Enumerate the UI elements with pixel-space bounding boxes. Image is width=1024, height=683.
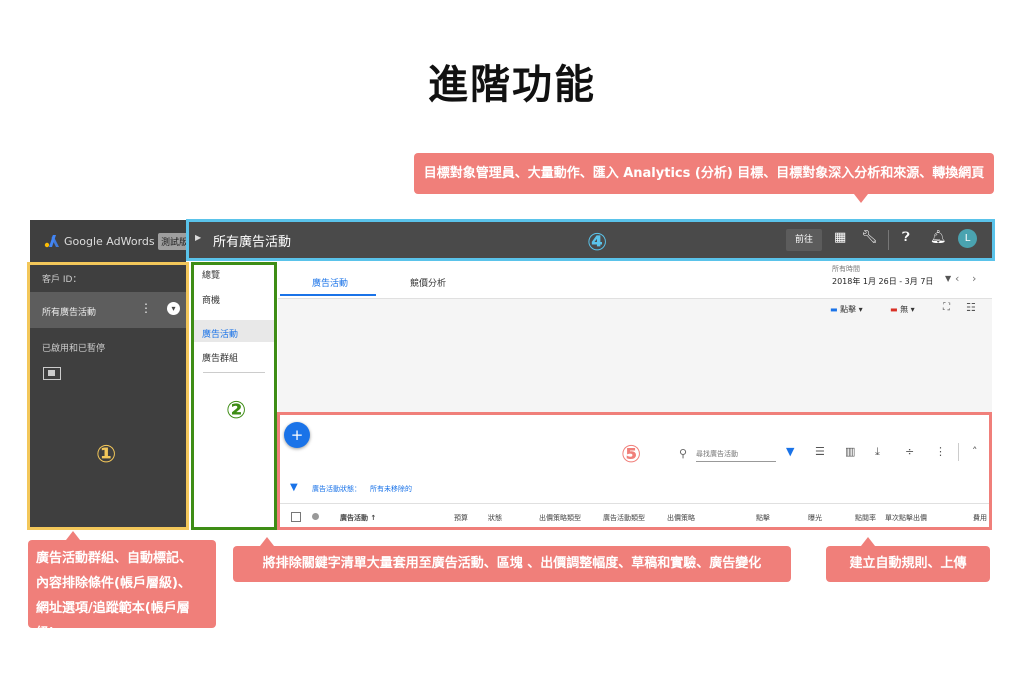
marker-5: ⑤ — [621, 440, 642, 468]
date-range-picker[interactable]: 2018年 1月 26日 - 3月 7日 — [832, 276, 933, 287]
callout-sidebar-features: 廣告活動群組、自動標記、 內容排除條件(帳戶層級)、 網址選項/追蹤範本(帳戶層… — [28, 531, 216, 641]
highlight-box-1 — [27, 262, 189, 530]
chart-area — [278, 299, 992, 414]
callout-line: 網址選項/追蹤範本(帳戶層級) — [36, 601, 190, 641]
callout-table-features: 建立自動規則、上傳 — [826, 537, 990, 582]
marker-2: ② — [226, 396, 247, 424]
tab-auction-insights[interactable]: 競價分析 — [410, 276, 446, 289]
callout-line: 內容排除條件(帳戶層級)、 — [36, 576, 191, 591]
callout-pointer — [861, 537, 875, 546]
tab-campaigns[interactable]: 廣告活動 — [312, 276, 348, 289]
adjust-icon[interactable]: ☷ — [966, 301, 976, 314]
metric-selector-2[interactable]: ▬ 無 ▾ — [890, 304, 915, 315]
metric-1-swatch: ▬ — [830, 305, 841, 314]
date-range-label: 所有時間 — [832, 265, 860, 273]
chevron-left-icon[interactable]: ‹ — [955, 272, 959, 285]
logo-text: Google AdWords — [64, 235, 155, 248]
callout-pointer — [66, 531, 80, 540]
callout-pointer — [260, 537, 274, 546]
marker-1: ① — [96, 440, 117, 468]
fullscreen-icon[interactable]: ⛶ — [943, 302, 950, 313]
date-caret-icon[interactable]: ▼ — [945, 274, 951, 283]
adwords-logo-icon — [44, 235, 59, 248]
callout-pointer — [854, 194, 868, 203]
callout-line: 廣告活動群組、自動標記、 — [36, 551, 193, 566]
metric-2-swatch: ▬ — [890, 305, 901, 314]
page-title: 進階功能 — [428, 62, 596, 108]
callout-text: 建立自動規則、上傳 — [849, 556, 967, 571]
chevron-right-icon[interactable]: › — [972, 272, 976, 285]
active-tab-indicator — [280, 294, 376, 296]
callout-text: 將排除關鍵字清單大量套用至廣告活動、區塊 、出價調整幅度、草稿和實驗、廣告變化 — [262, 556, 762, 571]
callout-page-menu-features: 將排除關鍵字清單大量套用至廣告活動、區塊 、出價調整幅度、草稿和實驗、廣告變化 — [233, 537, 791, 582]
highlight-box-5 — [277, 412, 992, 530]
metric-1-label: 點擊 — [840, 305, 857, 314]
metric-2-label: 無 — [900, 305, 909, 314]
callout-advanced-tools: 目標對象管理員、大量動作、匯入 Analytics (分析) 目標、目標對象深入… — [414, 153, 994, 203]
marker-4: ④ — [587, 228, 608, 256]
callout-text: 目標對象管理員、大量動作、匯入 Analytics (分析) 目標、目標對象深入… — [423, 166, 985, 181]
metric-selector-1[interactable]: ▬ 點擊 ▾ — [830, 304, 863, 315]
